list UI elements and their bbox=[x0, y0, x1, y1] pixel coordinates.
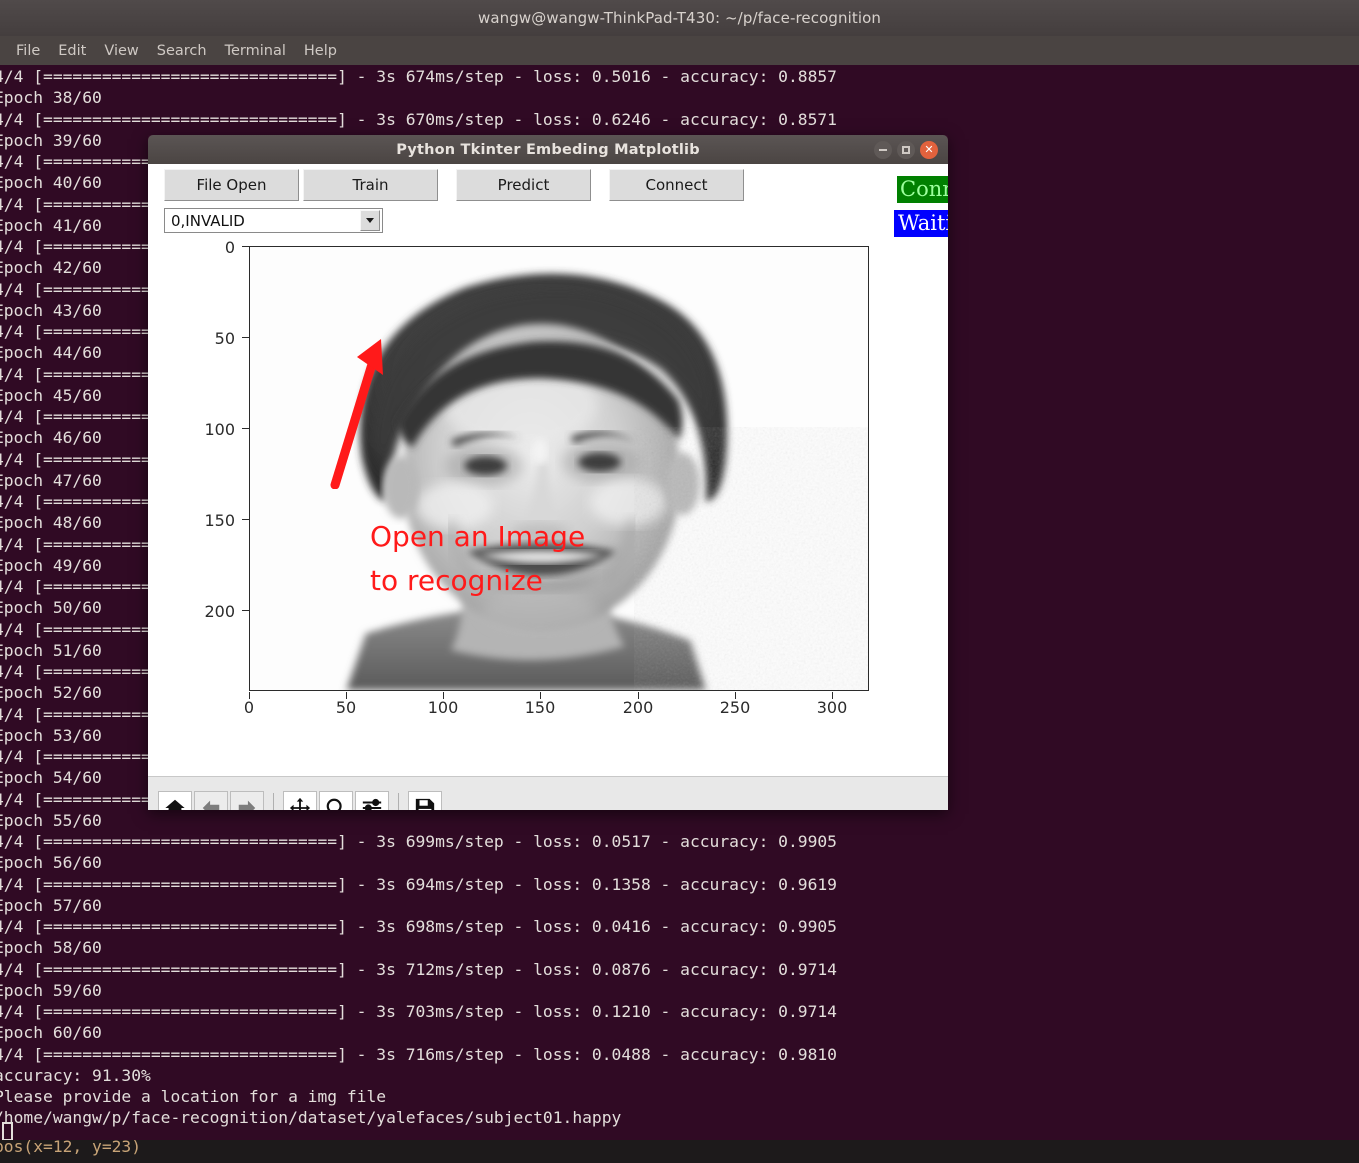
maximize-icon[interactable] bbox=[897, 140, 915, 159]
xtick-label-300: 300 bbox=[816, 698, 848, 717]
menu-item-file[interactable]: File bbox=[7, 41, 49, 61]
face-image bbox=[250, 247, 868, 690]
xtick-label-150: 150 bbox=[524, 698, 556, 717]
menu-item-terminal[interactable]: Terminal bbox=[216, 41, 295, 61]
train-button[interactable]: Train bbox=[303, 169, 438, 201]
matplotlib-figure: 0 50 100 150 200 0 50 100 150 200 250 30… bbox=[148, 238, 948, 730]
terminal-titlebar: wangw@wangw-ThinkPad-T430: ~/p/face-reco… bbox=[0, 0, 1359, 36]
prediction-status-badge: Waiting ... bbox=[894, 210, 948, 237]
minimize-icon[interactable] bbox=[874, 140, 892, 159]
matplotlib-nav-toolbar bbox=[148, 776, 948, 810]
forward-arrow-icon[interactable] bbox=[230, 790, 264, 810]
tk-window-title: Python Tkinter Embeding Matplotlib bbox=[396, 141, 700, 158]
terminal-menubar: File Edit View Search Terminal Help bbox=[0, 36, 1359, 65]
ytick-label-100: 100 bbox=[204, 420, 235, 439]
xtick-label-50: 50 bbox=[335, 698, 357, 717]
xtick-label-250: 250 bbox=[719, 698, 751, 717]
terminal-title: wangw@wangw-ThinkPad-T430: ~/p/face-reco… bbox=[478, 9, 881, 27]
prediction-select-value: 0,INVALID bbox=[171, 211, 245, 230]
ytick-mark-150 bbox=[242, 519, 249, 521]
menu-item-help[interactable]: Help bbox=[295, 41, 346, 61]
home-icon[interactable] bbox=[158, 790, 192, 810]
menu-item-view[interactable]: View bbox=[95, 41, 147, 61]
terminal-bottom-strip: pos(x=12, y=23) bbox=[0, 1140, 1359, 1163]
menu-item-search[interactable]: Search bbox=[148, 41, 216, 61]
prediction-select[interactable]: 0,INVALID bbox=[164, 208, 383, 233]
ytick-label-50: 50 bbox=[214, 329, 235, 348]
toolbar-separator-2 bbox=[398, 792, 399, 810]
ytick-mark-100 bbox=[242, 428, 249, 430]
configure-sliders-icon[interactable] bbox=[355, 790, 389, 810]
back-arrow-icon[interactable] bbox=[194, 790, 228, 810]
tk-client-area: File Open Train Predict Connect Connecte… bbox=[148, 164, 948, 810]
ytick-mark-200 bbox=[242, 610, 249, 612]
chevron-down-icon[interactable] bbox=[360, 210, 380, 231]
connect-button[interactable]: Connect bbox=[609, 169, 744, 201]
tk-titlebar[interactable]: Python Tkinter Embeding Matplotlib ✕ bbox=[148, 135, 948, 164]
xtick-label-100: 100 bbox=[427, 698, 459, 717]
terminal-bottom-strip-text: pos(x=12, y=23) bbox=[0, 1140, 142, 1156]
xtick-label-200: 200 bbox=[622, 698, 654, 717]
tk-window-controls: ✕ bbox=[874, 135, 938, 164]
xtick-label-0: 0 bbox=[243, 698, 255, 717]
close-icon[interactable]: ✕ bbox=[920, 140, 938, 159]
ytick-label-0: 0 bbox=[224, 238, 235, 257]
connection-status-badge: Connected bbox=[897, 176, 948, 203]
image-axes bbox=[249, 246, 869, 691]
terminal-cursor bbox=[2, 1122, 13, 1141]
toolbar-separator-1 bbox=[273, 792, 274, 810]
tk-button-bar: File Open Train Predict Connect bbox=[148, 164, 948, 206]
ytick-label-150: 150 bbox=[204, 511, 235, 530]
ytick-mark-0 bbox=[242, 246, 249, 248]
tkinter-dialog-window: Python Tkinter Embeding Matplotlib ✕ Fil… bbox=[148, 135, 948, 810]
tk-second-row: 0,INVALID Waiting ... bbox=[148, 208, 948, 237]
menu-item-edit[interactable]: Edit bbox=[49, 41, 95, 61]
save-floppy-icon[interactable] bbox=[408, 790, 442, 810]
zoom-magnifier-icon[interactable] bbox=[319, 790, 353, 810]
pan-move-icon[interactable] bbox=[283, 790, 317, 810]
file-open-button[interactable]: File Open bbox=[164, 169, 299, 201]
predict-button[interactable]: Predict bbox=[456, 169, 591, 201]
ytick-mark-50 bbox=[242, 337, 249, 339]
ytick-label-200: 200 bbox=[204, 602, 235, 621]
